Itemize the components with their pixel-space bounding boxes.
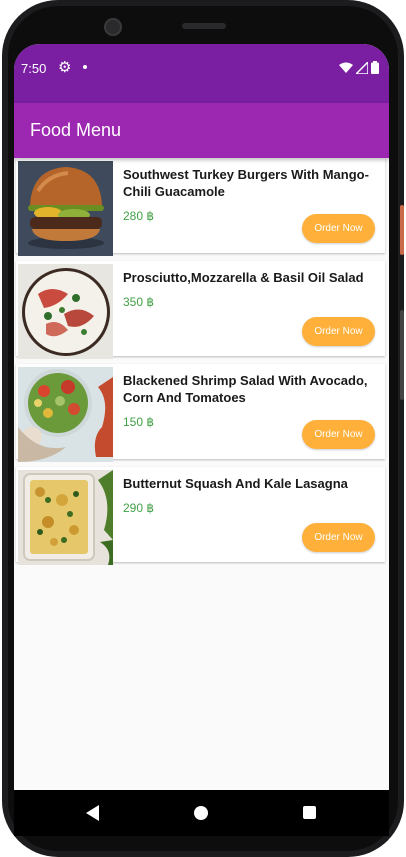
menu-item-card[interactable]: Butternut Squash And Kale Lasagna 290 ฿ … <box>16 467 385 565</box>
menu-item-title: Prosciutto,Mozzarella & Basil Oil Salad <box>123 270 364 285</box>
app-bar: Food Menu <box>14 103 389 158</box>
front-camera <box>104 18 122 36</box>
lasagna-photo <box>18 470 113 565</box>
menu-item-price: 150 ฿ <box>123 415 154 429</box>
menu-item-card[interactable]: Blackened Shrimp Salad With Avocado, Cor… <box>16 364 385 462</box>
earpiece-speaker <box>182 23 226 29</box>
screen: 7:50 ⚙ Food Menu Southwest Turkey Burger… <box>14 44 389 790</box>
navigation-bar <box>14 790 389 836</box>
notification-dot-icon <box>83 65 87 69</box>
order-now-button[interactable]: Order Now <box>302 214 375 243</box>
recents-square-icon[interactable] <box>303 806 316 819</box>
page-title: Food Menu <box>30 120 122 140</box>
power-button <box>400 205 404 255</box>
menu-item-price: 350 ฿ <box>123 295 154 309</box>
back-triangle-icon[interactable] <box>86 805 99 821</box>
menu-item-title: Butternut Squash And Kale Lasagna <box>123 476 348 491</box>
wifi-icon <box>339 62 353 73</box>
status-icons <box>339 61 379 74</box>
menu-item-price: 280 ฿ <box>123 209 154 223</box>
status-time: 7:50 <box>21 61 47 76</box>
burger-photo <box>18 161 113 256</box>
battery-icon <box>371 61 379 74</box>
home-circle-icon[interactable] <box>194 806 208 820</box>
shrimp-salad-photo <box>18 367 113 462</box>
menu-item-card[interactable]: Southwest Turkey Burgers With Mango-Chil… <box>16 158 385 256</box>
gear-icon: ⚙ <box>58 59 72 76</box>
menu-item-title: Southwest Turkey Burgers With Mango-Chil… <box>123 167 369 199</box>
menu-item-card[interactable]: Prosciutto,Mozzarella & Basil Oil Salad … <box>16 261 385 359</box>
order-now-button[interactable]: Order Now <box>302 420 375 449</box>
salad-photo <box>18 264 113 359</box>
volume-button <box>400 310 404 400</box>
menu-item-price: 290 ฿ <box>123 501 154 515</box>
order-now-button[interactable]: Order Now <box>302 317 375 346</box>
menu-item-title: Blackened Shrimp Salad With Avocado, Cor… <box>123 373 368 405</box>
status-bar: 7:50 ⚙ <box>14 44 389 103</box>
order-now-button[interactable]: Order Now <box>302 523 375 552</box>
signal-icon <box>356 61 368 74</box>
